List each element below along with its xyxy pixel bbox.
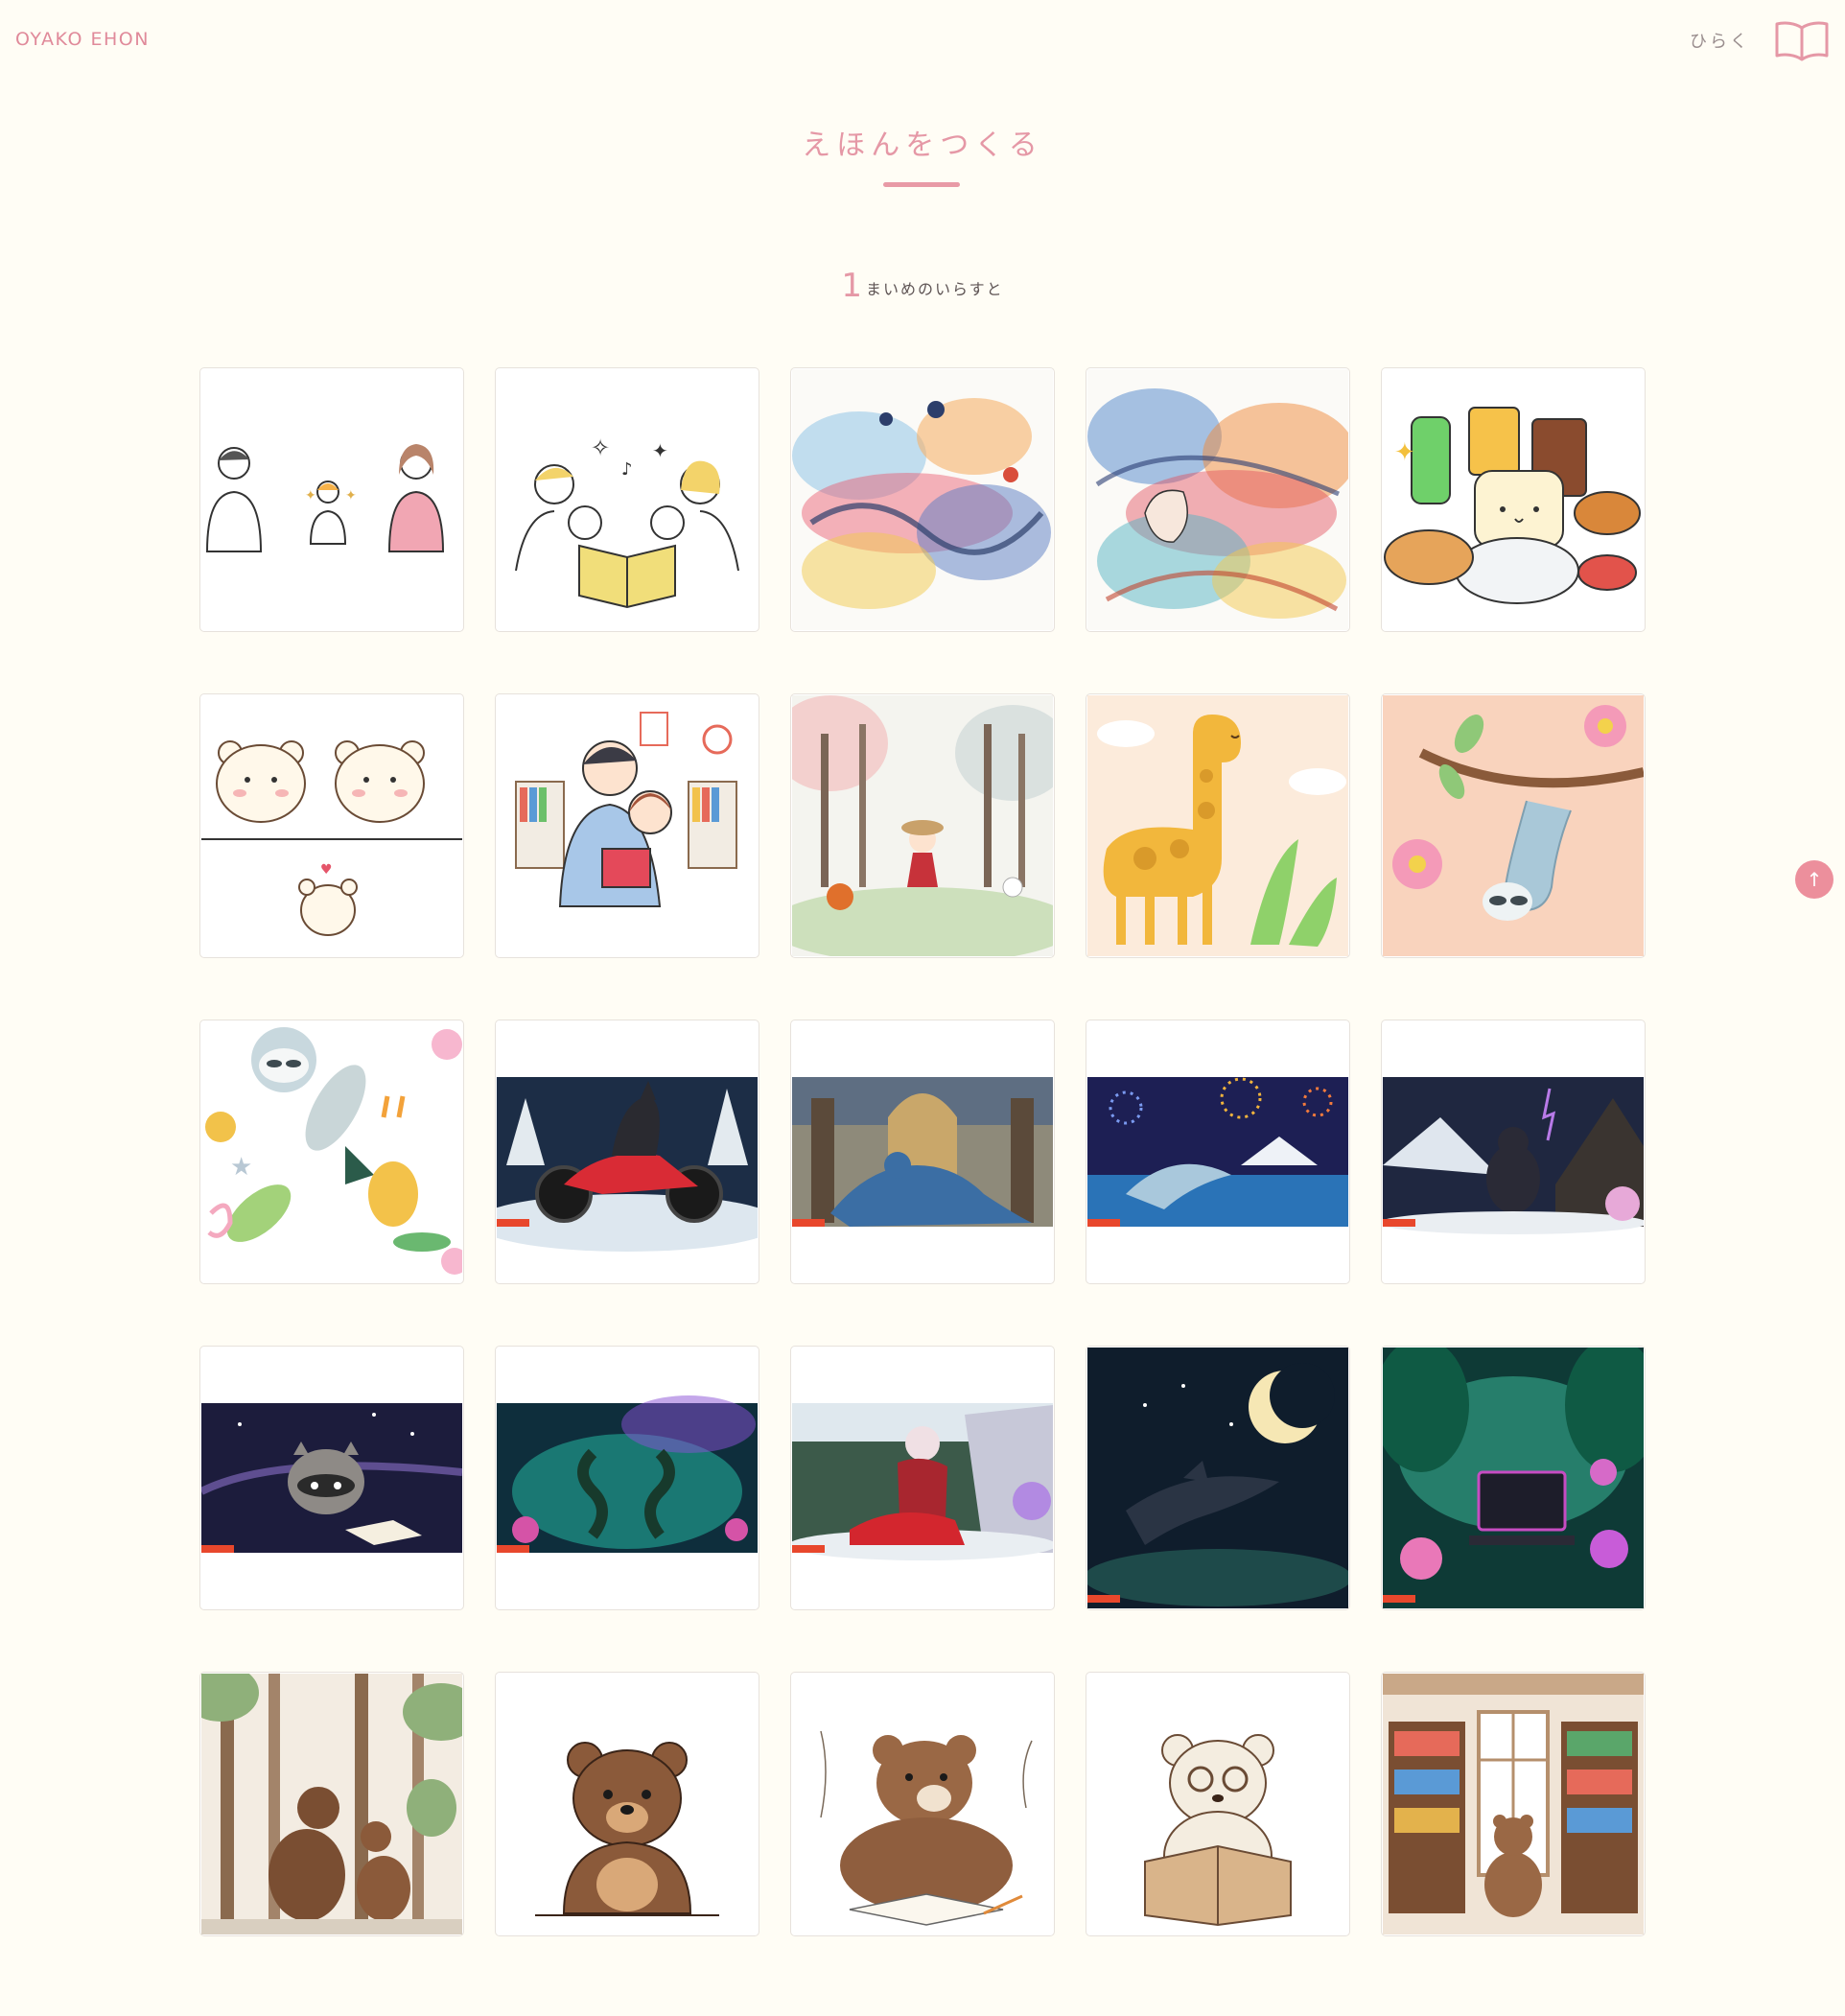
dolphin-and-crescent-moon-image xyxy=(1087,1348,1348,1608)
illustration-card-giraffe[interactable] xyxy=(1086,693,1350,958)
girl-in-watercolor-forest-image xyxy=(792,695,1053,956)
title-underline xyxy=(883,182,960,187)
illustration-card-seahorses-in-glowing-sea[interactable] xyxy=(495,1346,759,1610)
illustration-card-bear-with-book-sketch[interactable] xyxy=(790,1672,1055,1936)
illustration-card-brown-bear-sitting[interactable] xyxy=(495,1672,759,1936)
illustration-card-dolphin-and-crescent-moon[interactable] xyxy=(1086,1346,1350,1610)
scroll-to-top-button[interactable]: ↑ xyxy=(1795,860,1833,899)
illustration-card-animal-pattern[interactable]: ★ xyxy=(199,1020,464,1284)
wolf-on-motorcycle-image xyxy=(497,1021,758,1282)
bear-with-book-sketch-image xyxy=(792,1674,1053,1934)
arrow-up-icon: ↑ xyxy=(1806,868,1823,891)
illustration-card-computer-in-jungle[interactable] xyxy=(1381,1346,1646,1610)
bear-with-glasses-reading-image xyxy=(1087,1674,1348,1934)
svg-text:✦: ✦ xyxy=(305,488,316,504)
three-cute-bears-image: ♥ xyxy=(201,695,462,956)
illustration-card-wolf-on-motorcycle[interactable] xyxy=(495,1020,759,1284)
family-reading-book-line-art-image: ✧ ♪ ✦ xyxy=(497,369,758,630)
sloth-on-branch-image xyxy=(1383,695,1644,956)
seahorses-in-glowing-sea-image xyxy=(497,1348,758,1608)
watercolor-abstract-face-image xyxy=(1087,369,1348,630)
illustration-card-three-cute-bears[interactable]: ♥ xyxy=(199,693,464,958)
illustration-card-watercolor-abstract-face[interactable] xyxy=(1086,367,1350,632)
animal-pattern-image: ★ xyxy=(201,1021,462,1282)
illustration-card-bear-with-glasses-reading[interactable] xyxy=(1086,1672,1350,1936)
lizard-on-motorcycle-image xyxy=(792,1348,1053,1608)
svg-text:✧: ✧ xyxy=(591,434,610,461)
site-logo[interactable]: OYAKO EHON xyxy=(15,29,150,50)
dinosaur-in-palace-image xyxy=(792,1021,1053,1282)
gorilla-on-mountain-image xyxy=(1383,1021,1644,1282)
bear-in-library-image xyxy=(1383,1674,1644,1934)
parents-and-child-line-art-image: ✦ ✦ xyxy=(201,369,462,630)
illustration-card-dinosaur-in-palace[interactable] xyxy=(790,1020,1055,1284)
open-link[interactable]: ひらく xyxy=(1690,28,1750,53)
step-text: まいめのいらすと xyxy=(865,280,1004,298)
watercolor-abstract-swirls-image xyxy=(792,369,1053,630)
illustration-card-gorilla-on-mountain[interactable] xyxy=(1381,1020,1646,1284)
computer-in-jungle-image xyxy=(1383,1348,1644,1608)
svg-text:✦: ✦ xyxy=(652,439,668,462)
raccoon-reading-under-stars-image xyxy=(201,1348,462,1608)
illustration-card-kawaii-food-and-drinks[interactable]: ✦ xyxy=(1381,367,1646,632)
svg-text:✦: ✦ xyxy=(1394,438,1415,467)
illustration-card-girl-in-watercolor-forest[interactable] xyxy=(790,693,1055,958)
step-number: 1 xyxy=(841,267,862,305)
illustration-card-watercolor-abstract-swirls[interactable] xyxy=(790,367,1055,632)
father-reading-to-child-image xyxy=(497,695,758,956)
step-label: 1 まいめのいらすと xyxy=(0,267,1845,305)
illustration-card-parents-and-child-line-art[interactable]: ✦ ✦ xyxy=(199,367,464,632)
illustration-grid: ✦ ✦ ✧ ♪ ✦ ✦ ♥ ★ xyxy=(199,367,1646,1936)
svg-text:♪: ♪ xyxy=(621,459,633,480)
illustration-card-lizard-on-motorcycle[interactable] xyxy=(790,1346,1055,1610)
illustration-card-bear-in-library[interactable] xyxy=(1381,1672,1646,1936)
illustration-card-bears-in-forest[interactable] xyxy=(199,1672,464,1936)
illustration-card-family-reading-book-line-art[interactable]: ✧ ♪ ✦ xyxy=(495,367,759,632)
dolphin-and-fireworks-image xyxy=(1087,1021,1348,1282)
svg-text:♥: ♥ xyxy=(320,862,333,878)
brown-bear-sitting-image xyxy=(497,1674,758,1934)
svg-text:★: ★ xyxy=(230,1153,252,1182)
svg-text:✦: ✦ xyxy=(345,488,357,504)
bears-in-forest-image xyxy=(201,1674,462,1934)
page-title: えほんをつくる xyxy=(802,129,1043,162)
illustration-card-dolphin-and-fireworks[interactable] xyxy=(1086,1020,1350,1284)
open-book-icon[interactable] xyxy=(1774,19,1830,61)
illustration-card-raccoon-reading-under-stars[interactable] xyxy=(199,1346,464,1610)
kawaii-food-and-drinks-image: ✦ xyxy=(1383,369,1644,630)
illustration-card-father-reading-to-child[interactable] xyxy=(495,693,759,958)
illustration-card-sloth-on-branch[interactable] xyxy=(1381,693,1646,958)
giraffe-image xyxy=(1087,695,1348,956)
